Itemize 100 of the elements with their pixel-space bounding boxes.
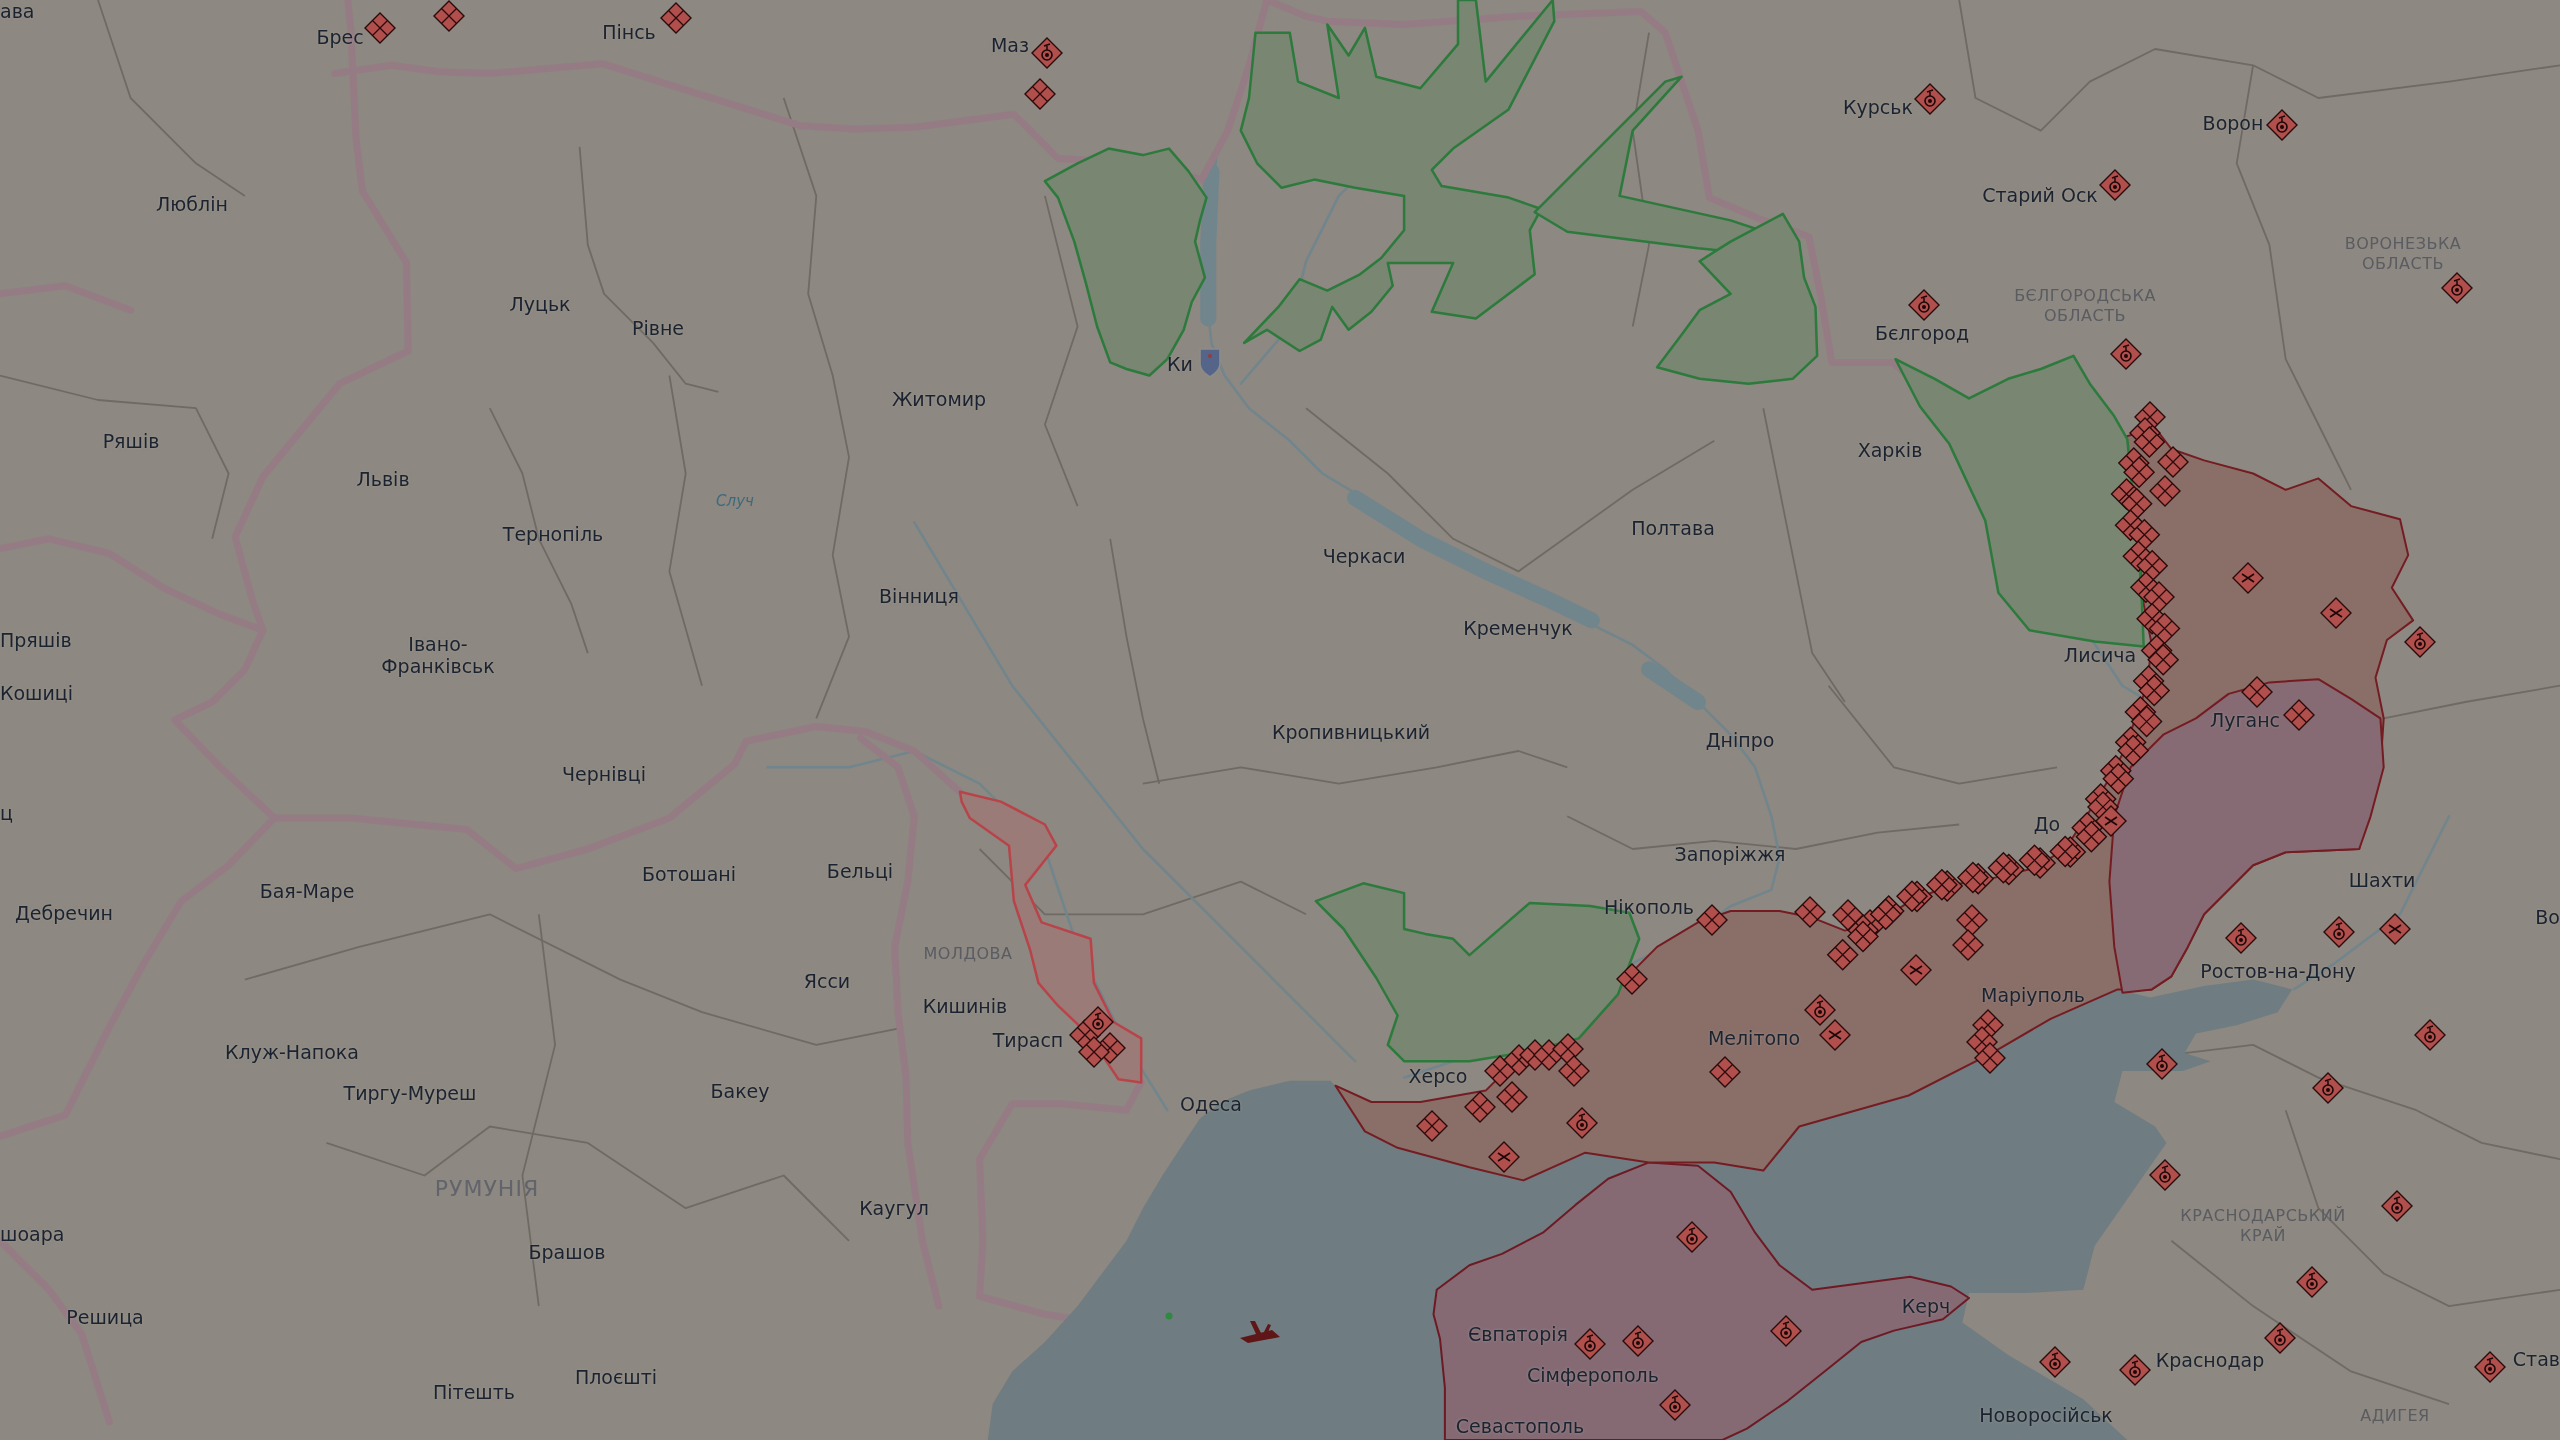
city-label: Люблін: [156, 193, 228, 215]
city-label: Дебречин: [15, 902, 113, 924]
diamond-marker-icon: [1616, 963, 1648, 995]
city-label: Бєлгород: [1875, 322, 1969, 344]
city-label: Новоросійськ: [1979, 1404, 2113, 1426]
sinking-ship-icon: [1240, 1321, 1280, 1343]
cross-marker-icon: [1488, 1141, 1520, 1173]
bomb-marker-icon: [2266, 109, 2298, 141]
city-label: Кременчук: [1463, 617, 1573, 639]
diamond-marker-icon: [2283, 699, 2315, 731]
city-label: Харків: [1857, 439, 1923, 461]
city-label: Клуж-Напока: [225, 1041, 359, 1063]
diamond-marker-icon: [2241, 676, 2273, 708]
city-label: Івано-Франківськ: [381, 633, 495, 677]
diamond-marker-icon: [2117, 734, 2150, 767]
bomb-marker-icon: [2474, 1351, 2506, 1383]
city-label: Пінсь: [602, 21, 656, 43]
bomb-marker-icon: [1914, 83, 1946, 115]
city-label: Брес: [316, 26, 364, 48]
bomb-marker-icon: [1804, 994, 1836, 1026]
bomb-marker-icon: [1622, 1325, 1654, 1357]
bomb-marker-icon: [2110, 338, 2142, 370]
city-label: Луганс: [2210, 709, 2280, 731]
diamond-marker-icon: [1956, 904, 1988, 936]
diamond-marker-icon: [2075, 820, 2108, 853]
diamond-marker-icon: [1847, 920, 1879, 953]
diamond-marker-icon: [1925, 868, 1958, 901]
city-label: Решица: [66, 1306, 144, 1328]
city-label: Лисича: [2063, 644, 2137, 666]
diamond-marker-icon: [660, 2, 692, 34]
diamond-marker-icon: [1826, 938, 1859, 971]
city-label: Ростов-на-Дону: [2200, 960, 2356, 982]
bomb-marker-icon: [1566, 1107, 1598, 1139]
city-label: Одеса: [1180, 1093, 1242, 1115]
diamond-marker-icon: [2147, 643, 2180, 676]
city-label: ц: [0, 802, 13, 824]
diamond-marker-icon: [1952, 929, 1984, 961]
city-label: Євпаторія: [1468, 1323, 1568, 1345]
city-label: Житомир: [891, 388, 987, 410]
bomb-marker-icon: [2099, 169, 2131, 201]
bomb-marker-icon: [2039, 1346, 2071, 1378]
city-label: Старий Оск: [1982, 184, 2098, 206]
city-label: Рівне: [632, 317, 684, 339]
city-label: Каугул: [859, 1197, 929, 1219]
city-label: Маріуполь: [1981, 984, 2085, 1006]
diamond-marker-icon: [1696, 904, 1728, 936]
bomb-marker-icon: [1659, 1389, 1691, 1421]
city-label: Ботошані: [641, 863, 737, 885]
city-label: Бая-Маре: [259, 880, 355, 902]
bomb-marker-icon: [2404, 626, 2436, 658]
city-label: Бельці: [826, 860, 894, 882]
diamond-marker-icon: [1794, 896, 1826, 928]
city-label: Дніпро: [1705, 729, 1775, 751]
cross-marker-icon: [2320, 597, 2352, 629]
bomb-marker-icon: [1031, 37, 1063, 69]
diamond-marker-icon: [1956, 861, 1989, 894]
cross-marker-icon: [2379, 913, 2411, 945]
cross-marker-icon: [1900, 954, 1932, 986]
city-label: Став: [2512, 1348, 2560, 1370]
city-label: Ки: [1167, 353, 1193, 375]
city-label: Луцьк: [509, 293, 571, 315]
city-label: Пітешть: [433, 1381, 515, 1403]
diamond-marker-icon: [1709, 1056, 1741, 1088]
bomb-marker-icon: [2323, 916, 2355, 948]
diamond-marker-icon: [1974, 1042, 2006, 1074]
city-label: Бакеу: [710, 1080, 770, 1102]
city-label: Кропивницький: [1271, 721, 1431, 743]
bomb-marker-icon: [1770, 1315, 1802, 1347]
city-label: Кишинів: [922, 995, 1008, 1017]
diamond-marker-icon: [1558, 1055, 1590, 1087]
city-label: Кошиці: [0, 682, 74, 704]
city-label: Пряшів: [0, 629, 72, 651]
city-label: Курськ: [1843, 96, 1913, 118]
city-label: Краснодар: [2155, 1349, 2265, 1371]
bomb-marker-icon: [2146, 1048, 2178, 1080]
city-label: Ворон: [2202, 112, 2264, 134]
city-label: Ряшів: [102, 430, 160, 452]
city-label: Херсо: [1408, 1065, 1468, 1087]
diamond-marker-icon: [2138, 674, 2171, 707]
diamond-marker-icon: [2149, 475, 2181, 507]
city-label: Шахти: [2348, 869, 2416, 891]
dot-icon: [1165, 1312, 1173, 1320]
bomb-marker-icon: [1082, 1006, 1114, 1038]
city-label: Запоріжжя: [1674, 843, 1786, 865]
diamond-marker-icon: [2133, 426, 2166, 458]
city-label: Нікополь: [1603, 896, 1695, 918]
diamond-marker-icon: [1496, 1081, 1528, 1113]
bomb-marker-icon: [2264, 1322, 2296, 1354]
diamond-marker-icon: [2018, 844, 2051, 877]
bomb-marker-icon: [2312, 1072, 2344, 1104]
city-label: Полтава: [1631, 517, 1715, 539]
city-label: Плоєшті: [574, 1366, 658, 1388]
diamond-marker-icon: [1024, 78, 1056, 110]
diamond-marker-icon: [364, 12, 396, 44]
bomb-marker-icon: [2119, 1354, 2151, 1386]
city-label: ава: [0, 0, 35, 22]
river-label: Случ: [716, 492, 754, 510]
bomb-marker-icon: [2149, 1159, 2181, 1191]
city-label: Тирасп: [992, 1029, 1064, 1051]
diamond-marker-icon: [2123, 456, 2156, 489]
